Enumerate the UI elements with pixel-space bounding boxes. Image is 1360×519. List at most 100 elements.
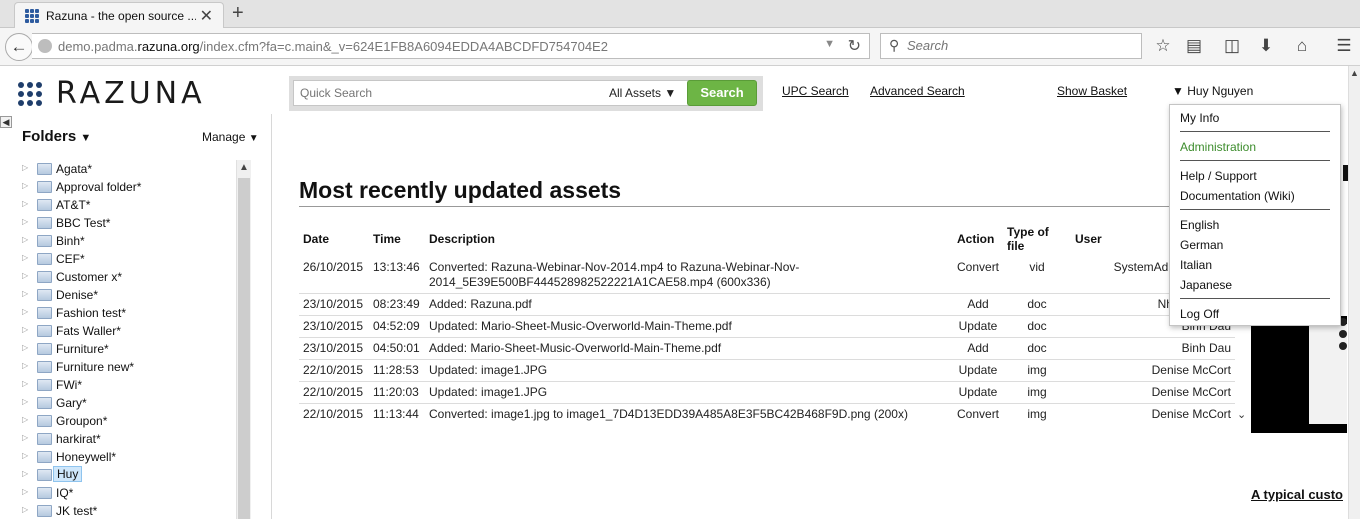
table-header-row: Date Time Description Action Type of fil… [299, 221, 1235, 257]
folder-tree-scrollbar[interactable]: ▲ [236, 160, 251, 519]
show-basket-link[interactable]: Show Basket [1057, 84, 1127, 98]
logo-dots-icon [18, 82, 42, 106]
back-icon[interactable]: ← [5, 33, 33, 61]
expand-folder-icon[interactable]: ▷ [22, 253, 28, 262]
expand-folder-icon[interactable]: ▷ [22, 289, 28, 298]
cell-user: Denise McCort [1071, 403, 1235, 421]
cell-action: Update [953, 359, 1003, 382]
cell-type: img [1003, 381, 1071, 404]
scroll-up-icon[interactable]: ▲ [239, 162, 249, 173]
folder-item[interactable]: ▷ harkirat* [22, 430, 234, 448]
search-icon: ⚲ [889, 37, 900, 53]
folder-item[interactable]: ▷ Binh* [22, 232, 234, 250]
menu-item-my-info[interactable]: My Info [1180, 111, 1219, 125]
table-row: 26/10/2015 13:13:46 Converted: Razuna-Webi… [299, 257, 1235, 294]
menu-item-administration[interactable]: Administration [1180, 140, 1256, 154]
expand-folder-icon[interactable]: ▷ [22, 433, 28, 442]
menu-item-documentation-wiki[interactable]: Documentation (Wiki) [1180, 189, 1295, 203]
expand-folder-icon[interactable]: ▷ [22, 505, 28, 514]
advanced-search-link[interactable]: Advanced Search [870, 84, 965, 98]
reading-list-icon[interactable]: ▤ [1183, 36, 1205, 56]
new-tab-icon[interactable]: + [232, 2, 244, 25]
search-button[interactable]: Search [687, 80, 757, 106]
menu-item-english[interactable]: English [1180, 218, 1219, 232]
expand-folder-icon[interactable]: ▷ [22, 451, 28, 460]
browser-tab[interactable]: Razuna - the open source ... ✕ [14, 2, 224, 28]
folder-item[interactable]: ▷ Approval folder* [22, 178, 234, 196]
expand-folder-icon[interactable]: ▷ [22, 469, 28, 478]
home-icon[interactable]: ⌂ [1291, 36, 1313, 56]
cell-user: Denise McCort [1071, 381, 1235, 404]
folder-label: Honeywell* [56, 450, 117, 464]
reload-icon[interactable]: ↻ [848, 36, 861, 56]
caret-down-icon: ▼ [1172, 84, 1184, 98]
folder-item[interactable]: ▷ IQ* [22, 484, 234, 502]
folder-item[interactable]: ▷ Furniture* [22, 340, 234, 358]
folder-item[interactable]: ▷ Huy [22, 466, 234, 484]
folder-item[interactable]: ▷ Gary* [22, 394, 234, 412]
expand-folder-icon[interactable]: ▷ [22, 397, 28, 406]
typical-customer-link[interactable]: A typical custo [1251, 487, 1360, 502]
expand-folder-icon[interactable]: ▷ [22, 325, 28, 334]
url-dropdown-icon[interactable]: ▼ [824, 38, 835, 50]
pocket-icon[interactable]: ◫ [1221, 36, 1243, 56]
table-row: 22/10/2015 11:13:44 Converted: image1.jpg … [299, 403, 1235, 421]
cell-date: 23/10/2015 [299, 337, 369, 360]
folder-item[interactable]: ▷ Groupon* [22, 412, 234, 430]
folder-icon [37, 397, 52, 409]
expand-folder-icon[interactable]: ▷ [22, 343, 28, 352]
expand-folder-icon[interactable]: ▷ [22, 361, 28, 370]
page-scrollbar[interactable]: ▲ [1348, 66, 1360, 519]
upc-search-link[interactable]: UPC Search [782, 84, 849, 98]
folder-item[interactable]: ▷ Fats Waller* [22, 322, 234, 340]
star-icon[interactable]: ☆ [1152, 36, 1174, 56]
expand-folder-icon[interactable]: ▷ [22, 199, 28, 208]
address-bar[interactable]: demo.padma.razuna.org/index.cfm?fa=c.mai… [32, 33, 870, 59]
expand-folder-icon[interactable]: ▷ [22, 235, 28, 244]
expand-folder-icon[interactable]: ▷ [22, 217, 28, 226]
folder-item[interactable]: ▷ Honeywell* [22, 448, 234, 466]
folder-item[interactable]: ▷ BBC Test* [22, 214, 234, 232]
folder-item[interactable]: ▷ FWi* [22, 376, 234, 394]
folder-item[interactable]: ▷ Agata* [22, 160, 234, 178]
close-tab-icon[interactable]: ✕ [200, 6, 213, 26]
folder-icon [37, 379, 52, 391]
asset-filter-dropdown[interactable]: All Assets ▼ [609, 86, 676, 100]
expand-folder-icon[interactable]: ▷ [22, 487, 28, 496]
expand-folder-icon[interactable]: ▷ [22, 307, 28, 316]
folder-label: Groupon* [56, 414, 108, 428]
browser-search-input[interactable] [907, 38, 1127, 53]
menu-item-german[interactable]: German [1180, 238, 1223, 252]
menu-item-italian[interactable]: Italian [1180, 258, 1212, 272]
folder-item[interactable]: ▷ CEF* [22, 250, 234, 268]
expand-folder-icon[interactable]: ▷ [22, 415, 28, 424]
expand-folder-icon[interactable]: ▷ [22, 271, 28, 280]
menu-icon[interactable]: ☰ [1333, 36, 1355, 56]
menu-item-help-support[interactable]: Help / Support [1180, 169, 1257, 183]
menu-item-japanese[interactable]: Japanese [1180, 278, 1232, 292]
folder-item[interactable]: ▷ Denise* [22, 286, 234, 304]
menu-item-log-off[interactable]: Log Off [1180, 307, 1219, 321]
collapse-sidebar-icon[interactable]: ◀ [0, 116, 12, 128]
folder-item[interactable]: ▷ Customer x* [22, 268, 234, 286]
folder-item[interactable]: ▷ Furniture new* [22, 358, 234, 376]
download-icon[interactable]: ⬇ [1255, 36, 1277, 56]
expand-folder-icon[interactable]: ▷ [22, 181, 28, 190]
folder-icon [37, 451, 52, 463]
scroll-down-icon[interactable]: ⌄ [1237, 408, 1246, 421]
cell-action: Convert [953, 403, 1003, 421]
scrollbar-thumb[interactable] [238, 178, 250, 519]
manage-dropdown[interactable]: Manage ▼ [202, 130, 259, 144]
expand-folder-icon[interactable]: ▷ [22, 379, 28, 388]
expand-folder-icon[interactable]: ▷ [22, 163, 28, 172]
folders-title[interactable]: Folders ▼ [22, 128, 91, 145]
cell-action: Update [953, 381, 1003, 404]
promo-video-thumbnail[interactable] [1251, 316, 1347, 433]
user-menu-toggle[interactable]: ▼ Huy Nguyen [1172, 84, 1253, 98]
scroll-up-icon[interactable]: ▲ [1350, 68, 1359, 78]
folder-item[interactable]: ▷ JK test* [22, 502, 234, 519]
browser-search-bar[interactable]: ⚲ [880, 33, 1142, 59]
folder-item[interactable]: ▷ Fashion test* [22, 304, 234, 322]
folder-icon [37, 343, 52, 355]
folder-item[interactable]: ▷ AT&T* [22, 196, 234, 214]
